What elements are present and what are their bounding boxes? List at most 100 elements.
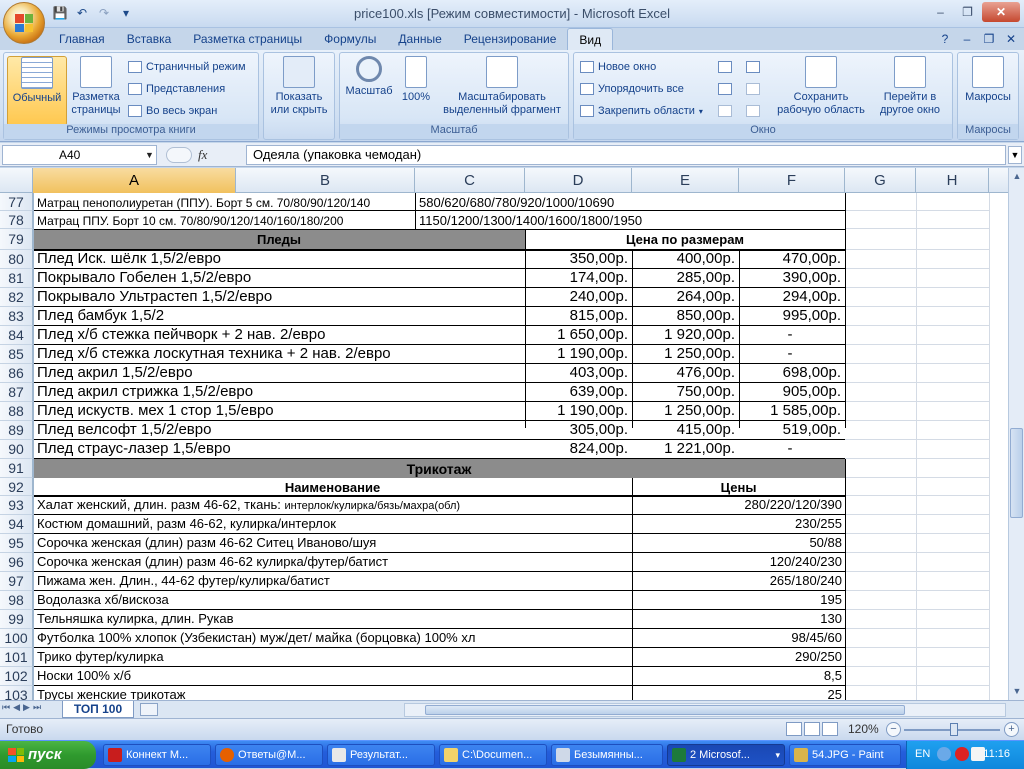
plaid-price-e[interactable]: 264,00р. <box>632 288 735 306</box>
formula-cancel-icon[interactable] <box>166 147 192 163</box>
plaid-price-d[interactable]: 815,00р. <box>525 307 628 325</box>
plaid-name[interactable]: Плед бамбук 1,5/2 <box>37 307 522 325</box>
knit-price[interactable]: 280/220/120/390 <box>632 496 842 514</box>
row-header[interactable]: 99 <box>0 610 33 629</box>
plaid-price-e[interactable]: 850,00р. <box>632 307 735 325</box>
knit-price[interactable]: 25 <box>632 686 842 700</box>
plaid-price-f[interactable]: - <box>739 326 841 344</box>
cell-a78[interactable]: Матрац ППУ. Борт 10 см. 70/80/90/120/140… <box>37 212 412 230</box>
col-header-a[interactable]: A <box>33 168 236 193</box>
knit-name[interactable]: Водолазка хб/вискоза <box>37 591 629 609</box>
knit-name[interactable]: Трико футер/кулирка <box>37 648 629 666</box>
page-break-button[interactable]: Страничный режим <box>128 58 246 76</box>
plaid-name[interactable]: Плед х/б стежка пейчворк + 2 нав. 2/евро <box>37 326 522 344</box>
scroll-down-icon[interactable]: ▼ <box>1009 683 1024 700</box>
knit-name[interactable]: Трусы женские трикотаж <box>37 686 629 700</box>
vertical-scrollbar[interactable]: ▲ ▼ <box>1008 168 1024 700</box>
knit-name[interactable]: Сорочка женская (длин) разм 46-62 Ситец … <box>37 534 629 552</box>
row-header[interactable]: 103 <box>0 686 33 700</box>
arrange-all-button[interactable]: Упорядочить все <box>580 80 684 98</box>
tab-view[interactable]: Вид <box>567 28 614 50</box>
page-layout-shortcut-icon[interactable] <box>804 722 820 736</box>
knit-name[interactable]: Футболка 100% хлопок (Узбекистан) муж/де… <box>37 629 629 647</box>
knit-price[interactable]: 290/250 <box>632 648 842 666</box>
plaid-price-f[interactable]: 698,00р. <box>739 364 841 382</box>
task-explorer[interactable]: C:\Documen... <box>439 744 547 766</box>
row-header[interactable]: 97 <box>0 572 33 591</box>
worksheet-grid[interactable]: A B C D E F G H 77 78 79 80 81 82 83 84 85 86 87 88… <box>0 168 1008 700</box>
plaid-price-f[interactable]: - <box>739 345 841 363</box>
horizontal-scroll-thumb[interactable] <box>425 705 905 715</box>
split-icon[interactable] <box>718 61 732 73</box>
insert-sheet-icon[interactable] <box>140 703 158 716</box>
plaid-price-f[interactable]: 470,00р. <box>739 250 841 268</box>
hide-window-icon[interactable] <box>718 83 732 95</box>
plaid-price-f[interactable]: 995,00р. <box>739 307 841 325</box>
row-header[interactable]: 89 <box>0 421 33 440</box>
knit-name[interactable]: Костюм домашний, разм 46-62, кулирка/инт… <box>37 515 629 533</box>
knit-name[interactable]: Пижама жен. Длин., 44-62 футер/кулирка/б… <box>37 572 629 590</box>
knit-price[interactable]: 120/240/230 <box>632 553 842 571</box>
side-by-side-icon[interactable] <box>746 61 760 73</box>
task-paint[interactable]: 54.JPG - Paint <box>789 744 901 766</box>
close-icon[interactable]: ✕ <box>982 2 1020 22</box>
normal-view-shortcut-icon[interactable] <box>786 722 802 736</box>
full-screen-button[interactable]: Во весь экран <box>128 102 217 120</box>
plaid-name[interactable]: Плед велсофт 1,5/2/евро <box>37 421 522 439</box>
knit-name[interactable]: Носки 100% х/б <box>37 667 629 685</box>
save-workspace-button[interactable]: Сохранить рабочую область <box>774 56 868 117</box>
task-excel[interactable]: 2 Microsof... ▾ <box>667 744 785 766</box>
row-header[interactable]: 95 <box>0 534 33 553</box>
custom-views-button[interactable]: Представления <box>128 80 225 98</box>
vertical-scroll-thumb[interactable] <box>1010 428 1023 518</box>
row-header[interactable]: 102 <box>0 667 33 686</box>
plaid-name[interactable]: Плед искуств. мех 1 стор 1,5/евро <box>37 402 522 420</box>
knit-name[interactable]: Тельняшка кулирка, длин. Рукав <box>37 610 629 628</box>
plaid-price-e[interactable]: 285,00р. <box>632 269 735 287</box>
formula-input[interactable]: Одеяла (упаковка чемодан) <box>246 145 1006 165</box>
last-sheet-icon[interactable]: ⏭ <box>33 702 41 713</box>
first-sheet-icon[interactable]: ⏮ <box>2 702 10 713</box>
row-header[interactable]: 77 <box>0 193 33 211</box>
sync-scroll-icon[interactable] <box>746 83 760 95</box>
plaid-price-d[interactable]: 1 650,00р. <box>525 326 628 344</box>
show-hide-button[interactable]: Показать или скрыть <box>266 56 332 117</box>
zoom-button[interactable]: Масштаб <box>342 56 396 98</box>
zoom-100-button[interactable]: 100% <box>398 56 434 104</box>
row-header[interactable]: 94 <box>0 515 33 534</box>
scroll-up-icon[interactable]: ▲ <box>1009 168 1024 185</box>
row-header[interactable]: 81 <box>0 269 33 288</box>
zoom-selection-button[interactable]: Масштабировать выделенный фрагмент <box>438 56 566 117</box>
prev-sheet-icon[interactable]: ◀ <box>13 702 20 713</box>
row-header[interactable]: 80 <box>0 250 33 269</box>
price-by-size-header[interactable]: Цена по размерам <box>525 231 845 249</box>
row-header[interactable]: 96 <box>0 553 33 572</box>
row-header[interactable]: 86 <box>0 364 33 383</box>
plaid-price-d[interactable]: 174,00р. <box>525 269 628 287</box>
horizontal-scrollbar[interactable] <box>404 703 1006 717</box>
tab-formulas[interactable]: Формулы <box>313 28 387 50</box>
ribbon-close-icon[interactable]: ✕ <box>1002 30 1020 48</box>
row-header[interactable]: 83 <box>0 307 33 326</box>
plaid-name[interactable]: Покрывало Гобелен 1,5/2/евро <box>37 269 522 287</box>
row-header[interactable]: 90 <box>0 440 33 459</box>
plaid-price-d[interactable]: 824,00р. <box>525 440 628 458</box>
row-header[interactable]: 101 <box>0 648 33 667</box>
plaid-price-e[interactable]: 1 250,00р. <box>632 345 735 363</box>
cell-c78[interactable]: 1150/1200/1300/1400/1600/1800/1950 <box>419 212 839 230</box>
office-button[interactable] <box>3 2 45 44</box>
knit-price[interactable]: 50/88 <box>632 534 842 552</box>
plaid-price-d[interactable]: 305,00р. <box>525 421 628 439</box>
row-header[interactable]: 82 <box>0 288 33 307</box>
col-header-e[interactable]: E <box>632 168 739 193</box>
knit-section-title[interactable]: Трикотаж <box>33 460 845 478</box>
task-untitled[interactable]: Безымянны... <box>551 744 663 766</box>
tab-page-layout[interactable]: Разметка страницы <box>182 28 313 50</box>
network-icon[interactable] <box>937 747 951 761</box>
knit-price[interactable]: 98/45/60 <box>632 629 842 647</box>
plaid-name[interactable]: Плед х/б стежка лоскутная техника + 2 на… <box>37 345 522 363</box>
next-sheet-icon[interactable]: ▶ <box>23 702 30 713</box>
plaid-price-f[interactable]: 294,00р. <box>739 288 841 306</box>
minimize-icon[interactable]: – <box>928 2 953 22</box>
task-results[interactable]: Результат... <box>327 744 435 766</box>
